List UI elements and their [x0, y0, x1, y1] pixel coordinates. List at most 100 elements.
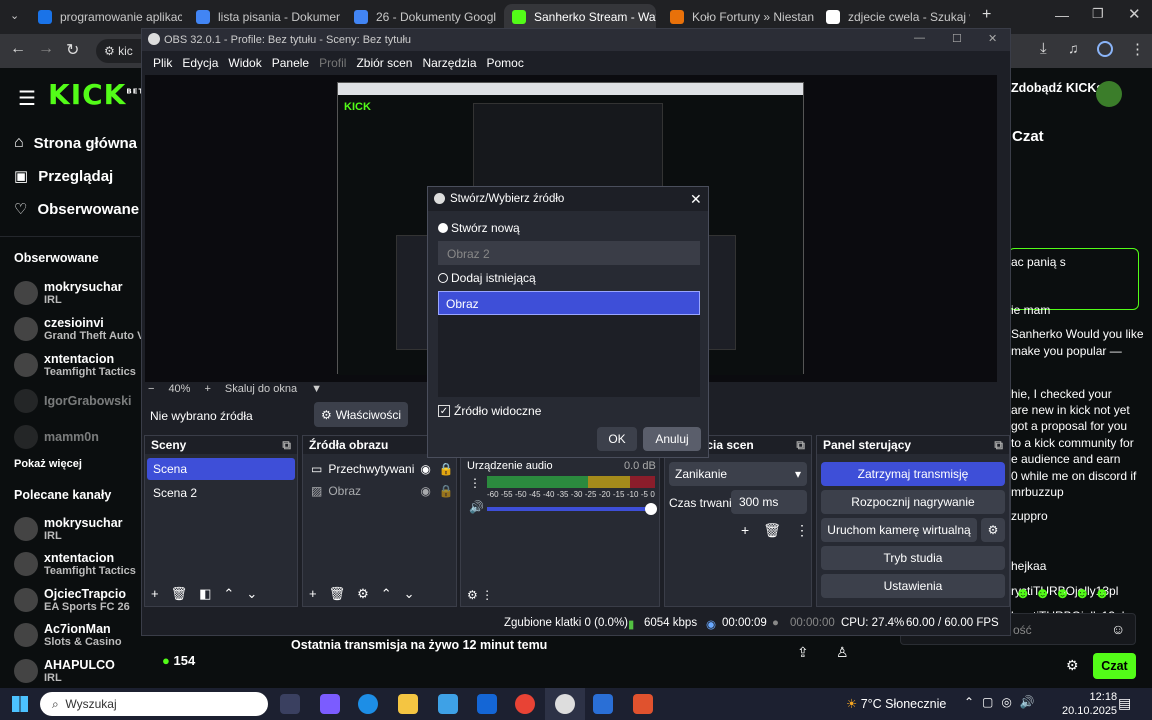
followed-channel[interactable]: mokrysuchar IRL	[14, 275, 160, 311]
followed-channel[interactable]: mamm0n	[14, 419, 160, 455]
recommended-channel[interactable]: mokrysuchar IRL	[14, 511, 136, 547]
weather-widget[interactable]: ☀ 7°C Słonecznie	[846, 696, 946, 711]
site-info-icon[interactable]: ⚙	[104, 44, 115, 58]
transition-menu-icon[interactable]: ⋮	[795, 522, 809, 539]
create-new-radio[interactable]: Stwórz nową	[438, 221, 520, 235]
reload-icon[interactable]: ↻	[66, 40, 79, 60]
zoom-out-icon[interactable]: −	[148, 383, 154, 395]
source-settings-icon[interactable]: ⚙	[357, 586, 369, 602]
notification-icon[interactable]: ▤	[1118, 695, 1131, 712]
add-source-icon[interactable]: +	[309, 586, 317, 602]
task-view-icon[interactable]	[280, 694, 300, 714]
taskbar-search[interactable]: ⌕ Wyszukaj	[40, 692, 268, 716]
browser-tab[interactable]: lista pisania - Dokumen✕	[188, 4, 340, 30]
forward-icon[interactable]: →	[38, 40, 54, 58]
menu-icon[interactable]: ⋮	[1130, 40, 1145, 58]
chevron-down-icon[interactable]: ▼	[311, 383, 322, 395]
browser-tab[interactable]: programowanie aplikac✕	[30, 4, 182, 30]
get-kicks-button[interactable]: Zdobądź KICKs	[1011, 81, 1103, 95]
virtual-camera-button[interactable]: Uruchom kamerę wirtualną	[821, 518, 977, 542]
nav-home[interactable]: ⌂ Strona główna	[14, 134, 139, 152]
new-source-name-input[interactable]: Obraz 2	[438, 241, 700, 265]
scene-item[interactable]: Scena	[147, 458, 295, 480]
tab-close-icon[interactable]: ✕	[496, 10, 498, 24]
visible-checkbox[interactable]: ✓ Źródło widoczne	[438, 404, 541, 418]
lock-icon[interactable]: 🔒	[439, 484, 454, 498]
obs-taskbar-item[interactable]	[545, 688, 585, 720]
source-item[interactable]: ▨ Obraz ◉ 🔒	[305, 480, 454, 502]
properties-button[interactable]: ⚙ Właściwości	[314, 402, 408, 427]
followed-channel[interactable]: xntentacion Teamfight Tactics	[14, 347, 160, 383]
start-recording-button[interactable]: Rozpocznij nagrywanie	[821, 490, 1005, 514]
volume-slider-handle[interactable]	[645, 503, 657, 515]
followed-channel[interactable]: czesioinvi Grand Theft Auto V (G	[14, 311, 160, 347]
obs-maximize-icon[interactable]: ☐	[952, 32, 962, 45]
add-existing-radio[interactable]: Dodaj istniejącą	[438, 271, 536, 285]
back-icon[interactable]: ←	[10, 40, 26, 58]
cancel-button[interactable]: Anuluj	[643, 427, 701, 451]
lock-icon[interactable]: 🔒	[439, 462, 454, 476]
virtual-camera-settings-icon[interactable]: ⚙	[981, 518, 1005, 542]
obs-menu-item[interactable]: Pomoc	[482, 56, 529, 70]
profile-icon[interactable]	[1097, 41, 1113, 57]
media-control-icon[interactable]: ♫	[1068, 40, 1079, 56]
source-item[interactable]: ▭ Przechwytywanie ◉ 🔒	[305, 458, 454, 480]
recommended-channel[interactable]: Ac7ionMan Slots & Casino	[14, 618, 136, 654]
obs-menu-item[interactable]: Profil	[314, 56, 351, 70]
edge-icon[interactable]	[358, 694, 378, 714]
share-icon[interactable]: ⇪	[797, 644, 809, 661]
remove-transition-icon[interactable]: 🗑	[763, 522, 781, 539]
dock-float-icon[interactable]: ⧉	[282, 438, 291, 453]
tray-icons[interactable]: ⌃▢◎🔊	[964, 695, 1043, 709]
zoom-in-icon[interactable]: +	[204, 383, 210, 395]
browser-tab[interactable]: zdjecie cwela - Szukaj w✕	[818, 4, 970, 30]
restore-window-icon[interactable]: ❐	[1092, 6, 1104, 22]
ok-button[interactable]: OK	[597, 427, 637, 451]
browser-tab[interactable]: Koło Fortuny » Niestand✕	[662, 4, 814, 30]
copilot-icon[interactable]	[320, 694, 340, 714]
obs-menu-item[interactable]: Panele	[267, 56, 314, 70]
existing-source-item[interactable]: Obraz	[438, 291, 700, 315]
chat-send-button[interactable]: Czat	[1093, 653, 1136, 679]
scene-item[interactable]: Scena 2	[147, 482, 295, 504]
new-tab-button[interactable]: +	[982, 6, 991, 24]
obs-menu-item[interactable]: Widok	[223, 56, 266, 70]
remove-source-icon[interactable]: 🗑	[329, 586, 346, 602]
obs-menu-item[interactable]: Narzędzia	[417, 56, 481, 70]
browser-tab[interactable]: 26 - Dokumenty Googl✕	[346, 4, 498, 30]
controls-float-icon[interactable]: ⧉	[994, 438, 1003, 453]
minimize-window-icon[interactable]: —	[1055, 7, 1069, 23]
start-icon[interactable]	[12, 696, 28, 712]
obs-menu-item[interactable]: Edycja	[177, 56, 223, 70]
speaker-icon[interactable]: 🔊	[469, 500, 484, 514]
obs-menu-item[interactable]: Plik	[148, 56, 177, 70]
settings-button[interactable]: Ustawienia	[821, 574, 1005, 598]
vscode-icon[interactable]	[593, 694, 613, 714]
mixer-settings-icon[interactable]: ⚙ ⋮	[467, 588, 493, 602]
recommended-channel[interactable]: AHAPULCO IRL	[14, 653, 136, 689]
show-more-link[interactable]: Pokaż więcej	[14, 458, 82, 470]
trash-icon[interactable]: 🗑	[171, 586, 188, 602]
source-up-icon[interactable]: ⌃	[381, 586, 392, 602]
volume-slider[interactable]	[487, 507, 651, 511]
chat-settings-icon[interactable]: ⚙	[1066, 657, 1079, 674]
audio-menu-icon[interactable]: ⋮	[469, 476, 481, 490]
eye-icon[interactable]: ◉	[420, 484, 430, 498]
hamburger-icon[interactable]: ☰	[18, 86, 36, 111]
obs-menu-item[interactable]: Zbiór scen	[351, 56, 417, 70]
user-avatar[interactable]	[1096, 81, 1122, 107]
store-icon[interactable]	[438, 694, 458, 714]
file-explorer-icon[interactable]	[398, 694, 418, 714]
outlook-icon[interactable]	[477, 694, 497, 714]
clock[interactable]: 12:18 20.10.2025	[1062, 690, 1117, 718]
follow-icon[interactable]: ♙	[836, 644, 849, 661]
address-bar[interactable]: ⚙ kic	[96, 39, 142, 63]
obs-minimize-icon[interactable]: —	[914, 32, 925, 44]
studio-mode-button[interactable]: Tryb studia	[821, 546, 1005, 570]
up-icon[interactable]: ⌃	[223, 586, 234, 602]
tab-search-icon[interactable]: ⌄	[10, 9, 19, 22]
eye-icon[interactable]: ◉	[420, 462, 430, 476]
followed-channel[interactable]: IgorGrabowski	[14, 383, 160, 419]
nav-browse[interactable]: ▣ Przeglądaj	[14, 167, 139, 186]
down-icon[interactable]: ⌄	[246, 586, 257, 602]
